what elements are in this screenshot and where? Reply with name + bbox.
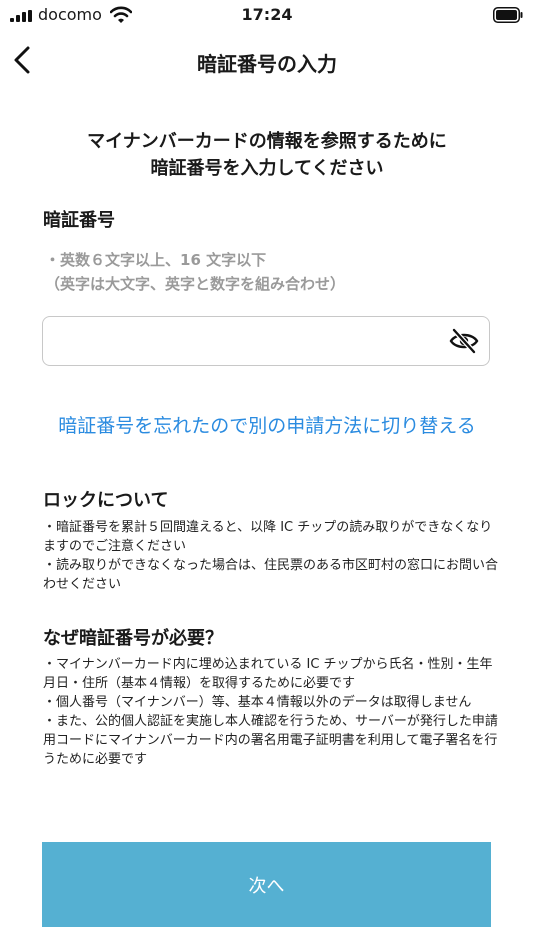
pin-input[interactable] [55,325,439,359]
intro-line-1: マイナンバーカードの情報を参照するために [87,131,447,152]
intro-line-2: 暗証番号を入力してください [150,158,384,179]
status-bar: docomo 17:24 [0,0,534,32]
switch-method-link[interactable]: 暗証番号を忘れたので別の申請方法に切り替える [0,411,534,438]
lock-heading: ロックについて [43,490,169,511]
lock-note: ・暗証番号を累計５回間違えると、以降 IC チップの読み取りができなくなりますの… [43,520,493,554]
why-note: ・また、公的個人認証を実施し本人確認を行うため、サーバーが発行した申請用コードに… [43,714,498,767]
why-heading: なぜ暗証番号が必要？ [43,628,223,649]
eye-slash-icon[interactable] [449,328,479,354]
pin-hint: ・英数６文字以上、16 文字以下 （英字は大文字、英字と数字を組み合わせ） [45,248,345,296]
pin-hint-line-1: ・英数６文字以上、16 文字以下 [45,251,267,269]
lock-note: ・読み取りができなくなった場合は、住民票のある市区町村の窓口にお問い合わせくださ… [43,558,499,592]
why-notes: ・マイナンバーカード内に埋め込まれている IC チップから氏名・性別・生年月日・… [43,655,503,769]
pin-hint-line-2: （英字は大文字、英字と数字を組み合わせ） [45,275,346,293]
lock-notes: ・暗証番号を累計５回間違えると、以降 IC チップの読み取りができなくなりますの… [43,518,503,594]
next-button[interactable]: 次へ [42,842,491,927]
page-title: 暗証番号の入力 [197,52,337,76]
battery-icon [493,7,523,23]
intro-text: マイナンバーカードの情報を参照するために 暗証番号を入力してください [0,128,534,182]
pin-field [42,316,490,366]
why-note: ・マイナンバーカード内に埋め込まれている IC チップから氏名・性別・生年月日・… [43,657,493,691]
why-note: ・個人番号（マイナンバー）等、基本４情報以外のデータは取得しません [43,695,472,710]
nav-bar: 暗証番号の入力 [0,36,534,84]
pin-heading: 暗証番号 [43,210,115,231]
clock: 17:24 [241,5,293,24]
